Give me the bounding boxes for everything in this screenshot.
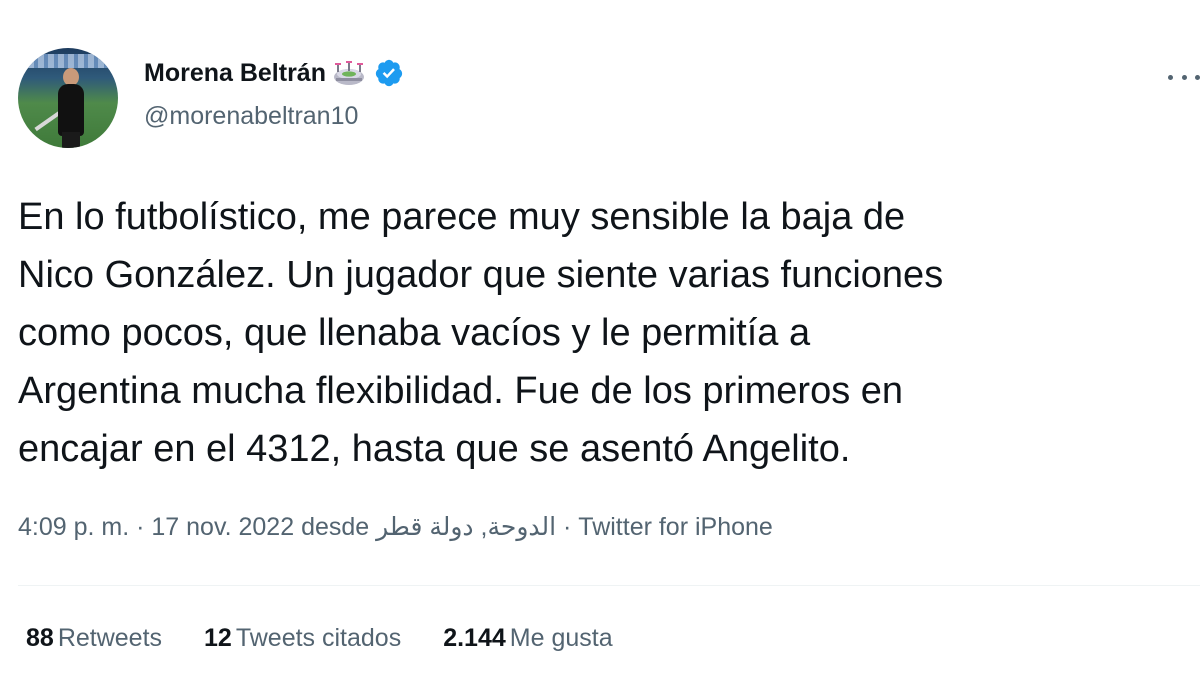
likes-stat[interactable]: 2.144 Me gusta	[443, 624, 612, 653]
retweets-count: 88	[26, 624, 54, 652]
verified-badge-icon	[374, 58, 404, 88]
meta-separator: ·	[556, 513, 579, 541]
stadium-emoji-icon	[332, 60, 366, 86]
tweet-card: Morena Beltrán @morenabeltran10 En lo fu…	[0, 0, 1200, 675]
from-word: desde	[301, 513, 370, 541]
meta-separator: ·	[129, 513, 152, 541]
tweet-time[interactable]: 4:09 p. m.	[18, 513, 129, 541]
tweet-source[interactable]: Twitter for iPhone	[578, 513, 773, 541]
divider	[18, 585, 1200, 586]
avatar[interactable]	[18, 48, 118, 148]
likes-count: 2.144	[443, 624, 506, 652]
more-dot	[1181, 74, 1187, 80]
more-dot	[1168, 74, 1173, 80]
author-name-row[interactable]: Morena Beltrán	[144, 58, 404, 88]
stadium-lights	[18, 54, 118, 68]
more-options-icon[interactable]	[1168, 62, 1200, 92]
likes-label: Me gusta	[509, 624, 613, 652]
more-dot	[1195, 74, 1200, 80]
display-name[interactable]: Morena Beltrán	[144, 59, 326, 88]
quotes-count: 12	[204, 624, 232, 652]
quotes-label: Tweets citados	[235, 624, 402, 652]
quotes-stat[interactable]: 12 Tweets citados	[204, 624, 401, 653]
tweet-meta: 4:09 p. m. · 17 nov. 2022 desde الدوحة, …	[18, 512, 773, 542]
retweets-stat[interactable]: 88 Retweets	[26, 624, 162, 653]
person-legs	[62, 132, 80, 148]
tweet-text: En lo futbolístico, me parece muy sensib…	[18, 196, 944, 470]
retweets-label: Retweets	[57, 624, 163, 652]
tweet-stats: 88 Retweets 12 Tweets citados 2.144 Me gust…	[26, 624, 613, 653]
tweet-location[interactable]: الدوحة, دولة قطر	[376, 513, 556, 541]
author-handle[interactable]: @morenabeltran10	[144, 102, 358, 131]
tweet-date[interactable]: 17 nov. 2022	[151, 513, 294, 541]
person-body	[58, 84, 84, 136]
